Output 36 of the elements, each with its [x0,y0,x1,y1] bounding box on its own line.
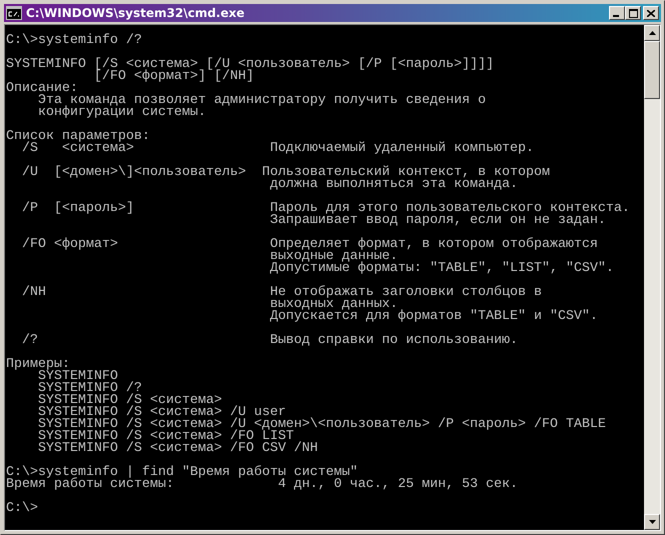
console-line: /P [<пароль>] Пароль для этого пользовательского контекста. [20,203,631,215]
console-line: C:\>systeminfo | find "Время работы системы" [6,467,358,479]
console-line: /FO <формат> Определяет формат, в котором отображаются [20,239,599,251]
console-line: Время работы системы: 4 дн., 0 час., 25 мин, 53 сек. [6,479,519,491]
console-line: /? Вывод справки по использованию. [20,335,519,347]
console-line: Примеры: [6,359,70,371]
console-line: должна выполняться эта команда. [268,179,518,191]
window-title: C:\WINDOWS\system32\cmd.exe [26,6,246,20]
scroll-down-button[interactable] [644,514,660,530]
close-icon [647,10,655,16]
console-line: /S <система> Подключаемый удаленный компьютер. [20,143,535,155]
console-line: C:\> [6,503,39,515]
console-line: Допускается для форматов "TABLE" и "CSV". [268,311,599,323]
console-line: выходные данные. [268,251,398,263]
maximize-icon [628,8,638,18]
console-line: Эта команда позволяет администратору получить сведения о [36,95,487,107]
console-line: SYSTEMINFO [38,371,119,383]
up-arrow-icon [648,31,656,35]
console-line: конфигурации системы. [36,107,207,119]
down-arrow-icon [648,520,656,524]
scroll-thumb[interactable] [644,41,660,99]
scrollbar[interactable] [644,25,660,530]
console-line: выходных данных. [268,299,398,311]
console-line: [/FO <формат>] [/NH] [92,71,255,83]
scroll-up-button[interactable] [644,25,660,41]
console-line: SYSTEMINFO /S <система> /FO CSV /NH [36,443,319,455]
console-line: /U [<домен>\]<пользователь> Пользовательский контекст, в котором [20,167,551,179]
console-line: /NH Не отображать заголовки столбцов в [20,287,543,299]
console-line: C:\>systeminfo /? [6,35,143,47]
console-icon [6,6,22,20]
minimize-button[interactable] [609,6,625,20]
console-line: Запрашивает ввод пароля, если он не задан. [268,215,607,227]
console-line: Допустимые форматы: "TABLE", "LIST", "CSV". [268,263,615,275]
console-line: Описание: [6,83,78,95]
maximize-button[interactable] [625,6,641,20]
close-button[interactable] [643,6,659,20]
